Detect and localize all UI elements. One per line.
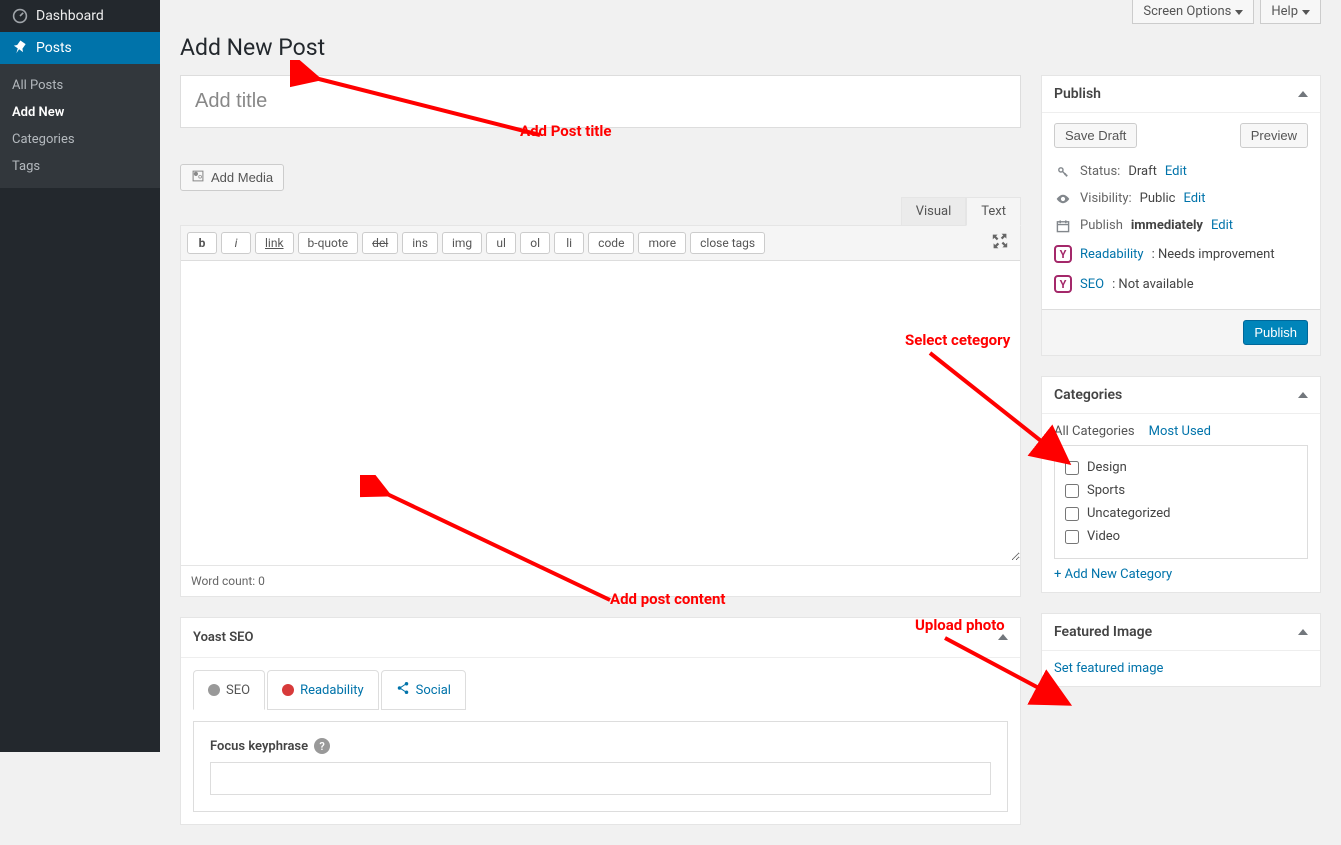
publish-title: Publish xyxy=(1054,86,1101,102)
sidebar-item-posts[interactable]: Posts xyxy=(0,32,160,64)
cat-tab-most-used[interactable]: Most Used xyxy=(1149,424,1211,439)
admin-sidebar: Dashboard Posts All Posts Add New Catego… xyxy=(0,0,160,752)
content-textarea[interactable] xyxy=(181,261,1020,561)
qt-italic[interactable]: i xyxy=(221,232,251,254)
eye-icon xyxy=(1054,192,1072,206)
qt-more[interactable]: more xyxy=(638,232,686,254)
sidebar-sub-categories[interactable]: Categories xyxy=(0,126,160,153)
categories-box: Categories All Categories Most Used Desi… xyxy=(1041,376,1321,593)
toggle-icon[interactable] xyxy=(1298,89,1308,100)
featured-image-box: Featured Image Set featured image xyxy=(1041,613,1321,687)
pin-icon xyxy=(10,40,30,56)
category-item[interactable]: Sports xyxy=(1065,479,1297,502)
category-list: Design Sports Uncategorized Video xyxy=(1054,445,1308,559)
sidebar-label: Dashboard xyxy=(36,8,104,24)
qt-img[interactable]: img xyxy=(442,232,482,254)
sidebar-submenu: All Posts Add New Categories Tags xyxy=(0,64,160,188)
qt-close-tags[interactable]: close tags xyxy=(690,232,765,254)
save-draft-button[interactable]: Save Draft xyxy=(1054,123,1137,148)
qt-ins[interactable]: ins xyxy=(402,232,438,254)
screen-meta: Screen Options Help xyxy=(180,0,1321,24)
category-item[interactable]: Video xyxy=(1065,525,1297,548)
readability-link[interactable]: Readability xyxy=(1080,247,1144,262)
seo-indicator-icon xyxy=(208,684,220,696)
edit-status-link[interactable]: Edit xyxy=(1165,164,1187,179)
qt-code[interactable]: code xyxy=(588,232,634,254)
calendar-icon xyxy=(1054,219,1072,233)
tab-text[interactable]: Text xyxy=(966,197,1021,226)
sidebar-sub-add-new[interactable]: Add New xyxy=(0,99,160,126)
set-featured-image-link[interactable]: Set featured image xyxy=(1054,661,1163,676)
category-checkbox[interactable] xyxy=(1065,530,1079,544)
yoast-tab-social[interactable]: Social xyxy=(381,670,466,710)
screen-options-button[interactable]: Screen Options xyxy=(1132,0,1254,24)
qt-link[interactable]: link xyxy=(255,232,294,254)
post-title-input[interactable] xyxy=(180,75,1021,128)
toggle-icon[interactable] xyxy=(1298,390,1308,401)
quicktags-toolbar: b i link b-quote del ins img ul ol li co… xyxy=(181,226,1020,261)
sidebar-item-dashboard[interactable]: Dashboard xyxy=(0,0,160,32)
qt-bold[interactable]: b xyxy=(187,232,217,254)
categories-title: Categories xyxy=(1054,387,1122,403)
qt-del[interactable]: del xyxy=(362,232,398,254)
share-icon xyxy=(396,681,410,699)
publish-button[interactable]: Publish xyxy=(1243,320,1308,345)
yoast-tab-readability[interactable]: Readability xyxy=(267,670,379,710)
sidebar-sub-tags[interactable]: Tags xyxy=(0,153,160,180)
yoast-seo-box: Yoast SEO SEO Readability xyxy=(180,617,1021,825)
page-title: Add New Post xyxy=(180,34,1321,61)
category-checkbox[interactable] xyxy=(1065,461,1079,475)
dashboard-icon xyxy=(10,8,30,24)
help-button[interactable]: Help xyxy=(1260,0,1321,24)
yoast-tab-seo[interactable]: SEO xyxy=(193,670,265,710)
readability-indicator-icon xyxy=(282,684,294,696)
editor-tabs: Visual Text xyxy=(180,197,1021,226)
toggle-icon[interactable] xyxy=(998,632,1008,643)
add-media-label: Add Media xyxy=(211,170,273,185)
qt-bquote[interactable]: b-quote xyxy=(298,232,359,254)
key-icon xyxy=(1054,165,1072,179)
qt-ol[interactable]: ol xyxy=(520,232,550,254)
word-count: Word count: 0 xyxy=(181,565,1020,596)
add-media-button[interactable]: Add Media xyxy=(180,164,284,191)
edit-visibility-link[interactable]: Edit xyxy=(1183,191,1205,206)
category-checkbox[interactable] xyxy=(1065,507,1079,521)
add-new-category-link[interactable]: + Add New Category xyxy=(1054,567,1172,582)
qt-li[interactable]: li xyxy=(554,232,584,254)
publish-box: Publish Save Draft Preview Status: Draft xyxy=(1041,75,1321,356)
focus-keyphrase-input[interactable] xyxy=(210,762,991,795)
media-icon xyxy=(191,169,205,186)
toggle-icon[interactable] xyxy=(1298,627,1308,638)
sidebar-sub-all-posts[interactable]: All Posts xyxy=(0,72,160,99)
category-item[interactable]: Uncategorized xyxy=(1065,502,1297,525)
seo-link[interactable]: SEO xyxy=(1080,277,1104,292)
tab-visual[interactable]: Visual xyxy=(901,197,967,226)
fullscreen-icon[interactable] xyxy=(986,233,1014,253)
yoast-icon: Y xyxy=(1054,275,1072,293)
yoast-title: Yoast SEO xyxy=(193,630,253,645)
preview-button[interactable]: Preview xyxy=(1240,123,1308,148)
category-item[interactable]: Design xyxy=(1065,456,1297,479)
cat-tab-all[interactable]: All Categories xyxy=(1054,424,1135,439)
yoast-icon: Y xyxy=(1054,245,1072,263)
sidebar-label: Posts xyxy=(36,40,72,56)
category-checkbox[interactable] xyxy=(1065,484,1079,498)
edit-schedule-link[interactable]: Edit xyxy=(1211,218,1233,233)
featured-image-title: Featured Image xyxy=(1054,624,1152,640)
editor: b i link b-quote del ins img ul ol li co… xyxy=(180,225,1021,597)
qt-ul[interactable]: ul xyxy=(486,232,516,254)
